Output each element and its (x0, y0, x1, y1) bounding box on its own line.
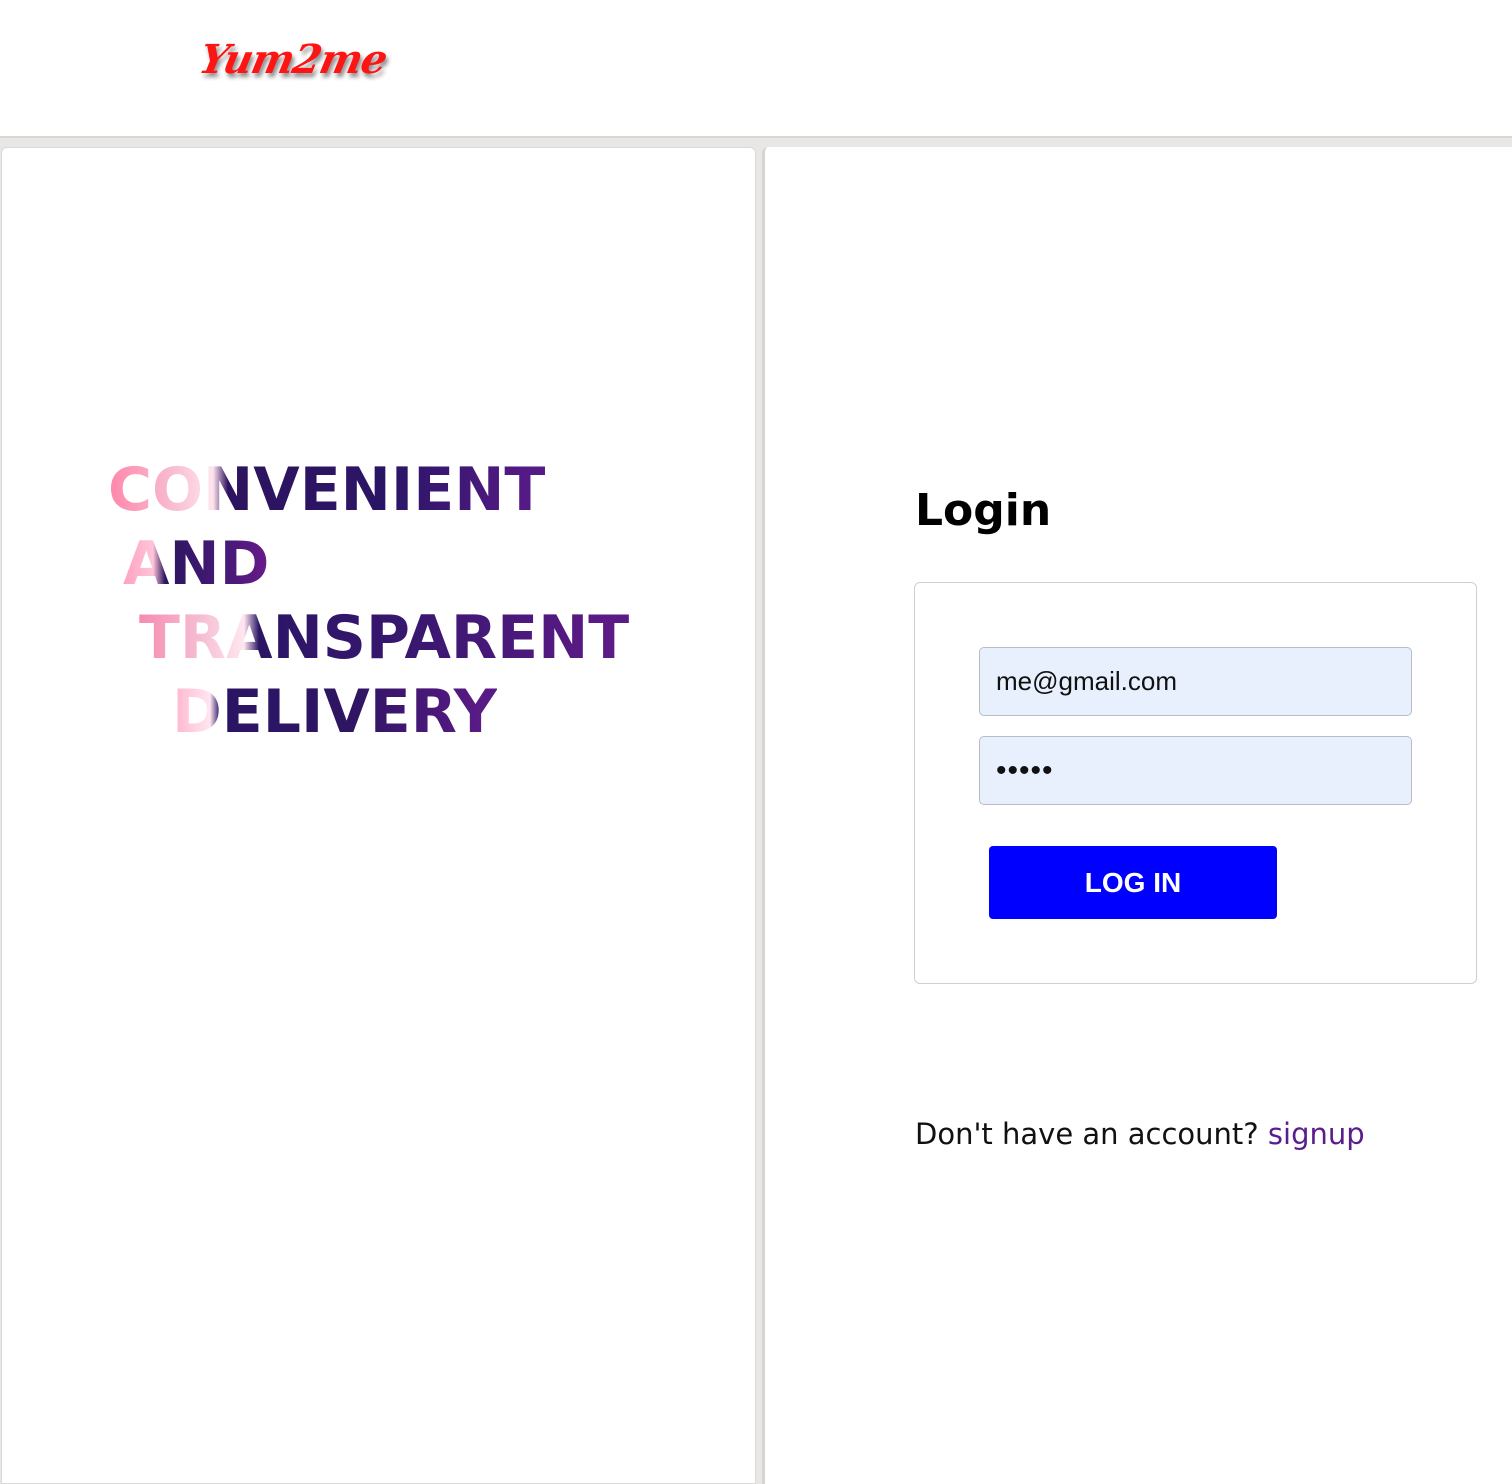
signup-row: Don't have an account? signup (915, 1117, 1365, 1151)
tagline-line-and: AND (123, 529, 270, 599)
login-form: LOG IN (914, 582, 1477, 984)
top-header: Yum2me (0, 0, 1512, 138)
signup-link[interactable]: signup (1268, 1117, 1365, 1151)
tagline-line-delivery: DELIVERY (172, 677, 498, 747)
email-field[interactable] (979, 647, 1412, 716)
login-title: Login (915, 485, 1052, 536)
tagline-line-convenient: CONVENIENT (108, 455, 546, 525)
signup-prompt: Don't have an account? (915, 1117, 1268, 1151)
login-panel: Login LOG IN Don't have an account? sign… (762, 147, 1512, 1484)
login-button[interactable]: LOG IN (989, 846, 1277, 919)
tagline-line-transparent: TRANSPARENT (139, 603, 630, 673)
hero-panel: CONVENIENT AND TRANSPARENT DELIVERY (1, 147, 756, 1484)
password-field[interactable] (979, 736, 1412, 805)
logo[interactable]: Yum2me (195, 36, 391, 83)
